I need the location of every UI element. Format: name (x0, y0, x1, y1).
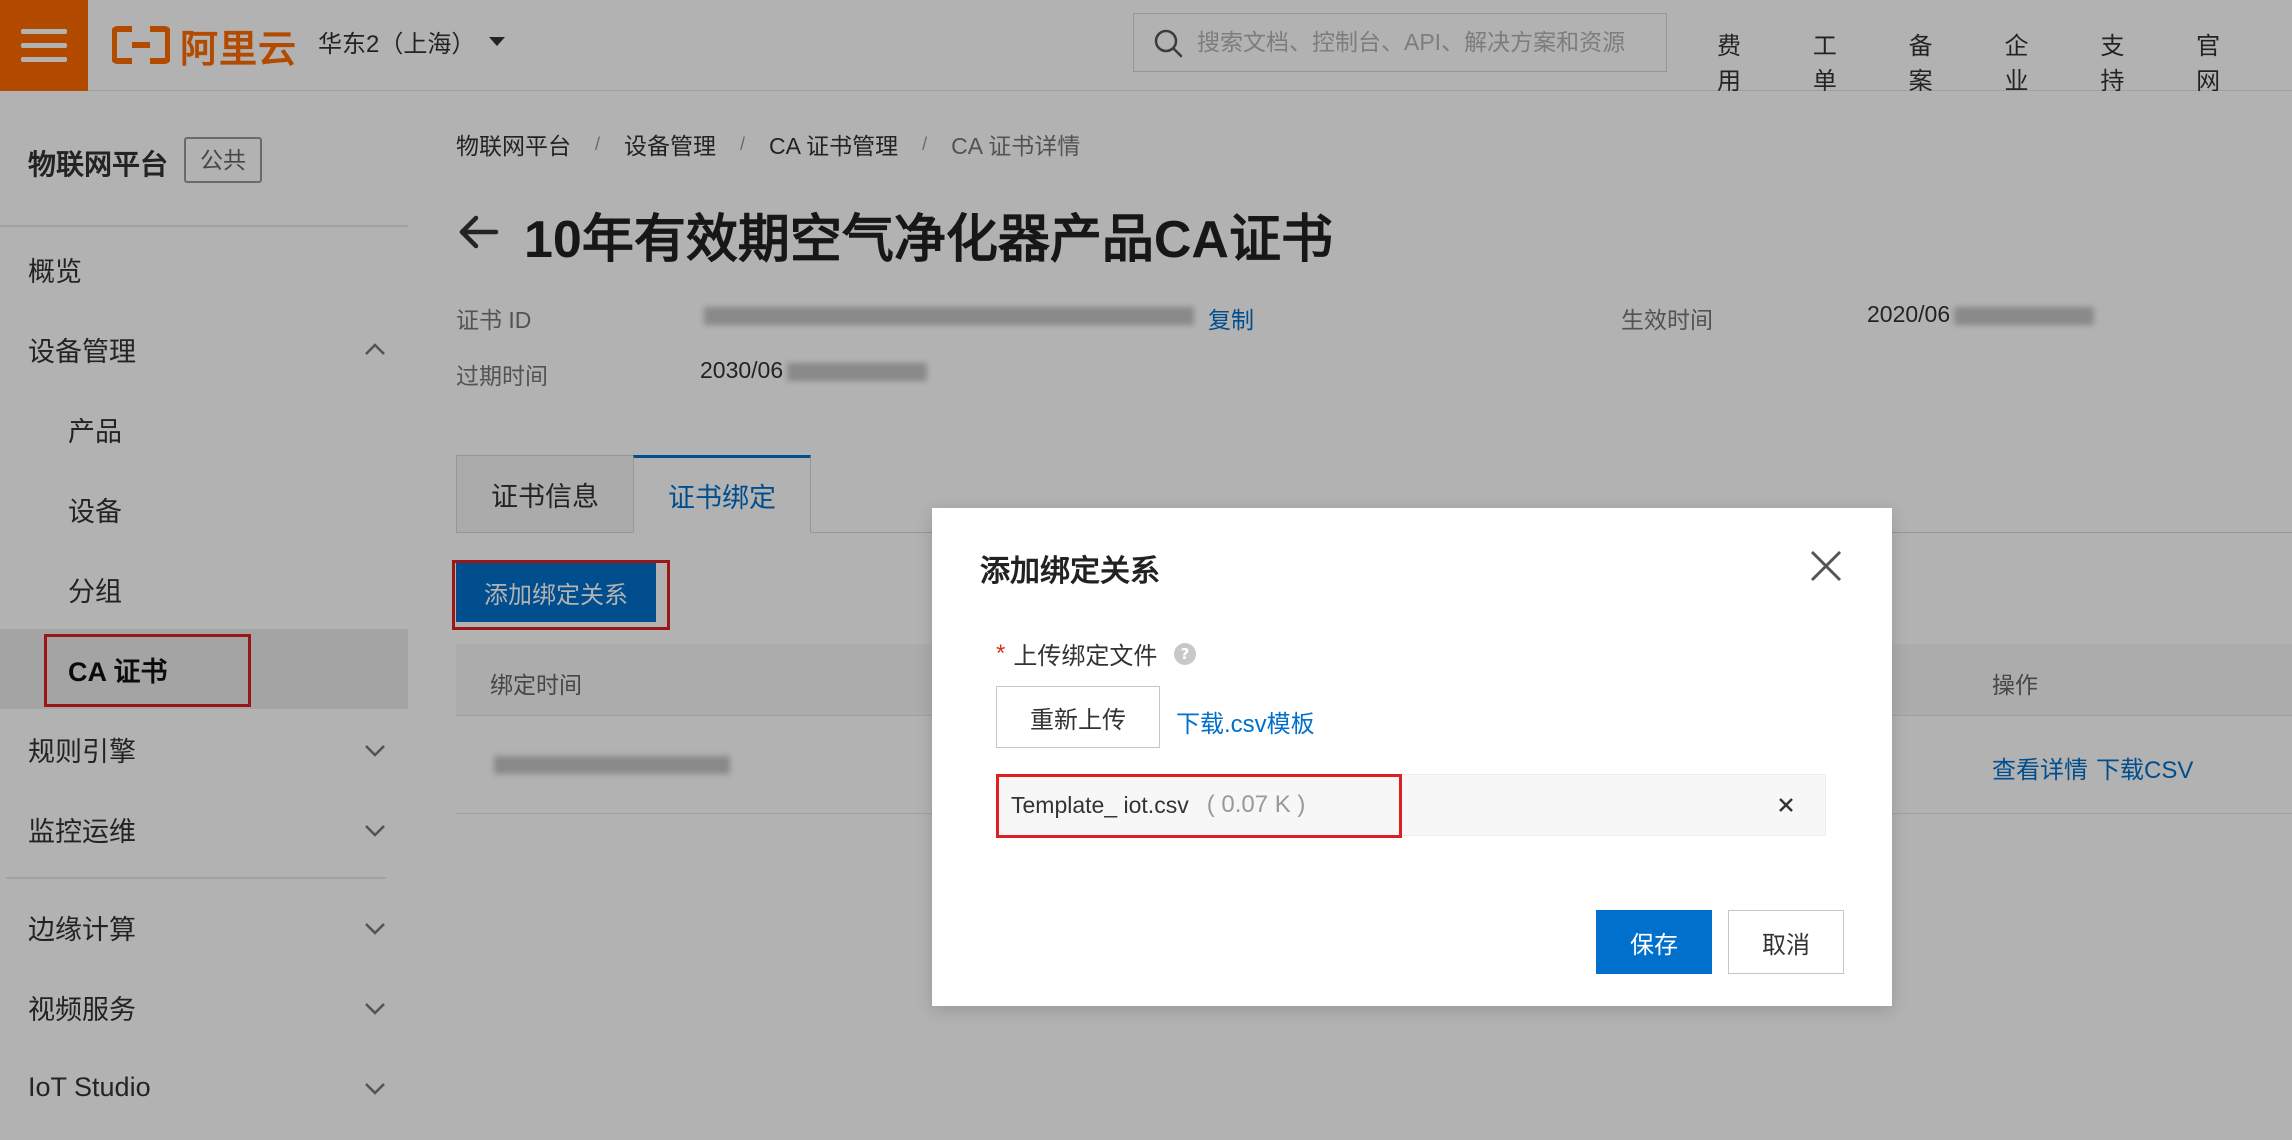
cancel-button[interactable]: 取消 (1728, 910, 1844, 974)
svg-text:?: ? (1181, 645, 1190, 663)
save-button[interactable]: 保存 (1596, 910, 1712, 974)
download-csv-template-link[interactable]: 下载.csv模板 (1176, 704, 1315, 739)
close-icon[interactable] (1808, 548, 1844, 584)
help-icon[interactable]: ? (1173, 642, 1197, 666)
add-binding-dialog: 添加绑定关系 * 上传绑定文件 ? 重新上传 下载.csv模板 Template… (932, 508, 1892, 1006)
remove-file-icon[interactable] (1777, 796, 1795, 814)
upload-label-text: 上传绑定文件 (1013, 643, 1158, 670)
upload-field-label: * 上传绑定文件 ? (996, 636, 1197, 671)
reupload-button[interactable]: 重新上传 (996, 686, 1160, 748)
required-mark: * (996, 639, 1006, 667)
dialog-title: 添加绑定关系 (980, 555, 1160, 588)
highlight-box (996, 774, 1402, 838)
